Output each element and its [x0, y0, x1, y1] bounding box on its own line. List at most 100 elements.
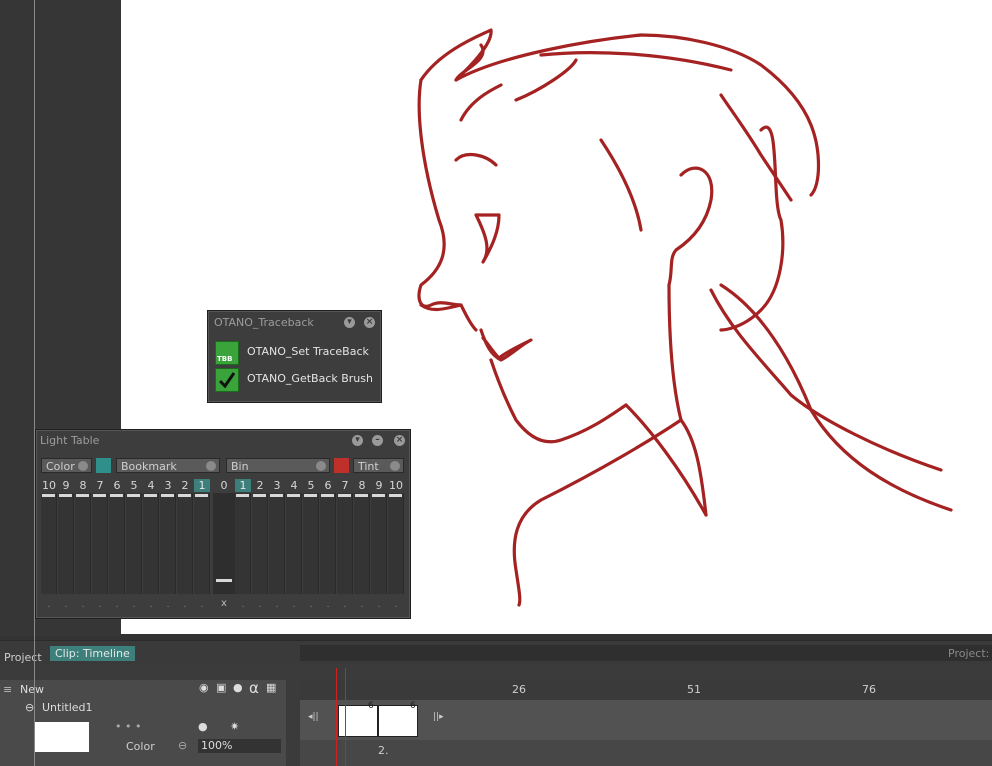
right-frame-number[interactable]: 8 — [354, 479, 370, 492]
right-frame-number[interactable]: 1 — [235, 479, 251, 492]
bin-swatch[interactable] — [334, 458, 349, 473]
right-slot[interactable] — [235, 493, 251, 594]
layers-icon[interactable]: ≡ — [3, 683, 12, 696]
left-frame-number[interactable]: 8 — [75, 479, 91, 492]
tab-project[interactable]: Project — [4, 651, 42, 664]
right-slot[interactable] — [320, 493, 336, 594]
tab-clip-timeline[interactable]: Clip: Timeline — [50, 646, 135, 661]
left-slot[interactable] — [160, 493, 176, 594]
slot-knob[interactable] — [110, 494, 123, 497]
slot-knob[interactable] — [76, 494, 89, 497]
slot-knob[interactable] — [161, 494, 174, 497]
slot-knob[interactable] — [270, 494, 283, 497]
left-slot[interactable] — [177, 493, 193, 594]
right-slot[interactable] — [303, 493, 319, 594]
slot-knob[interactable] — [236, 494, 249, 497]
right-slot[interactable] — [252, 493, 268, 594]
bin-dropdown[interactable]: Bin — [226, 458, 330, 473]
slot-knob[interactable] — [355, 494, 368, 497]
left-slot[interactable] — [92, 493, 108, 594]
right-slot[interactable] — [388, 493, 404, 594]
new-layer-label[interactable]: New — [20, 683, 44, 696]
frame-count: 6 — [410, 701, 416, 711]
left-slot[interactable] — [126, 493, 142, 594]
slot-knob[interactable] — [59, 494, 72, 497]
right-slot[interactable] — [269, 493, 285, 594]
lock-icon[interactable]: ▣ — [216, 681, 226, 694]
playhead[interactable] — [336, 668, 346, 766]
left-slot[interactable] — [194, 493, 210, 594]
tint-dropdown[interactable]: Tint — [353, 458, 404, 473]
collapse-icon[interactable]: ▾ — [344, 317, 355, 328]
layer-name[interactable]: Untitled1 — [42, 701, 93, 714]
left-frame-number[interactable]: 4 — [143, 479, 159, 492]
slot-knob[interactable] — [93, 494, 106, 497]
timeline-track: 6 6 ◂|| ||▸ — [300, 700, 992, 740]
right-frame-number[interactable]: 4 — [286, 479, 302, 492]
prev-icon[interactable]: ◂|| — [308, 712, 319, 722]
slot-knob[interactable] — [287, 494, 300, 497]
close-icon[interactable]: × — [364, 317, 375, 328]
select-icon[interactable]: ▦ — [266, 681, 276, 694]
left-frame-number[interactable]: 10 — [41, 479, 57, 492]
left-frame-number[interactable]: 1 — [194, 479, 210, 492]
right-slot[interactable] — [337, 493, 353, 594]
right-slot[interactable] — [371, 493, 387, 594]
left-slot[interactable] — [109, 493, 125, 594]
right-frame-number[interactable]: 7 — [337, 479, 353, 492]
next-icon[interactable]: ||▸ — [433, 712, 444, 722]
left-slot[interactable] — [143, 493, 159, 594]
slot-knob[interactable] — [42, 494, 55, 497]
right-slot[interactable] — [286, 493, 302, 594]
left-slot[interactable] — [75, 493, 91, 594]
right-frame-number[interactable]: 3 — [269, 479, 285, 492]
slot-dot: . — [183, 600, 187, 610]
opacity-field[interactable]: 100% — [198, 739, 281, 753]
slot-knob[interactable] — [338, 494, 351, 497]
sun-icon[interactable]: ✷ — [230, 720, 239, 733]
bookmark-dropdown[interactable]: Bookmark — [116, 458, 220, 473]
slot-dot: . — [360, 600, 364, 610]
slot-knob[interactable] — [321, 494, 334, 497]
slot-dot: . — [377, 600, 381, 610]
slot-knob[interactable] — [372, 494, 385, 497]
color-dropdown[interactable]: Color — [41, 458, 92, 473]
slot-knob[interactable] — [389, 494, 402, 497]
left-frame-number[interactable]: 2 — [177, 479, 193, 492]
getback-brush-item[interactable]: OTANO_GetBack Brush — [215, 368, 379, 392]
slot-knob[interactable] — [304, 494, 317, 497]
right-frame-number[interactable]: 2 — [252, 479, 268, 492]
right-frame-number[interactable]: 9 — [371, 479, 387, 492]
left-frame-number[interactable]: 3 — [160, 479, 176, 492]
color-swatch[interactable] — [96, 458, 111, 473]
slot-knob[interactable] — [144, 494, 157, 497]
alpha-icon[interactable]: α — [249, 679, 259, 697]
slot-knob[interactable] — [127, 494, 140, 497]
left-frame-number[interactable]: 7 — [92, 479, 108, 492]
left-frame-number[interactable]: 5 — [126, 479, 142, 492]
dropdown-icon — [78, 461, 88, 471]
right-frame-number[interactable]: 10 — [388, 479, 404, 492]
set-traceback-item[interactable]: TBB OTANO_Set TraceBack — [215, 341, 379, 365]
left-frame-number[interactable]: 6 — [109, 479, 125, 492]
slot-knob[interactable] — [253, 494, 266, 497]
right-frame-number[interactable]: 6 — [320, 479, 336, 492]
close-icon[interactable]: × — [394, 435, 405, 446]
center-slot[interactable] — [213, 493, 235, 594]
left-slot[interactable] — [41, 493, 57, 594]
center-frame-number[interactable]: 0 — [216, 479, 232, 492]
slot-dot: . — [166, 600, 170, 610]
slot-knob[interactable] — [195, 494, 208, 497]
collapse-icon[interactable]: ⊖ — [25, 701, 34, 714]
minimize-icon[interactable]: – — [372, 435, 383, 446]
light-icon[interactable]: ● — [233, 681, 243, 694]
eye-icon[interactable]: ◉ — [199, 681, 209, 694]
right-slot[interactable] — [354, 493, 370, 594]
collapse-icon[interactable]: ▾ — [352, 435, 363, 446]
left-frame-number[interactable]: 9 — [58, 479, 74, 492]
slot-knob[interactable] — [178, 494, 191, 497]
layer-dot-icon[interactable]: ● — [198, 720, 208, 733]
right-frame-number[interactable]: 5 — [303, 479, 319, 492]
left-slot[interactable] — [58, 493, 74, 594]
minus-icon[interactable]: ⊖ — [178, 739, 187, 752]
